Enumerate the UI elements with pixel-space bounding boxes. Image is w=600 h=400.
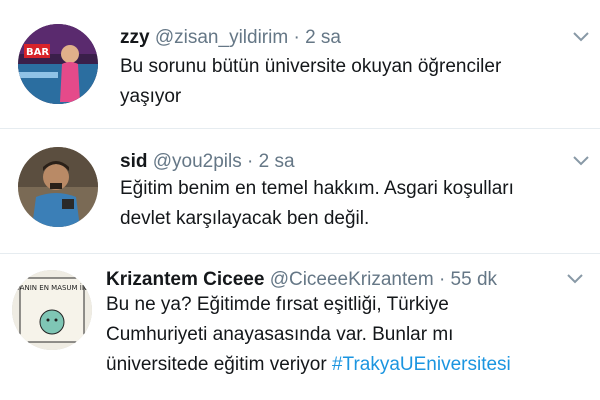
tweet-text-segment: üniversitede eğitim veriyor — [106, 354, 332, 375]
separator-dot: · — [438, 269, 446, 290]
tweet-text-line: Cumhuriyeti anayasasında var. Bunlar mı — [106, 324, 454, 345]
tweet-text: Bu ne ya? Eğitimde fırsat eşitliği, Türk… — [106, 290, 511, 380]
chevron-down-icon[interactable] — [566, 272, 584, 286]
tweet-text-line: yaşıyor — [120, 86, 182, 107]
tweet[interactable]: sid @you2pils · 2 sa Eğitim benim en tem… — [0, 129, 600, 253]
user-handle[interactable]: @CiceeeKrizantem — [270, 269, 434, 290]
display-name[interactable]: zzy — [120, 27, 150, 48]
user-handle[interactable]: @you2pils — [153, 151, 242, 172]
avatar-image — [18, 147, 98, 227]
user-handle[interactable]: @zisan_yildirim — [155, 27, 288, 48]
tweet-text-line: üniversitede eğitim veriyor #TrakyaUEniv… — [106, 350, 511, 380]
avatar[interactable] — [18, 147, 98, 227]
separator-dot: · — [293, 27, 300, 48]
avatar-sign-text: BAR — [26, 47, 49, 58]
tweet[interactable]: BAR zzy @zisan_yildirim · 2 sa Bu sorunu… — [0, 0, 600, 128]
avatar-image: DÜNYANIN EN MASUM İNSANI — [12, 270, 92, 350]
timestamp[interactable]: 2 sa — [305, 27, 341, 48]
tweet-text-line: devlet karşılayacak ben değil. — [120, 208, 370, 229]
hashtag-link[interactable]: #TrakyaUEniversitesi — [332, 354, 511, 375]
tweet[interactable]: DÜNYANIN EN MASUM İNSANI Krizantem Cicee… — [0, 254, 600, 400]
tweet-text: Bu sorunu bütün üniversite okuyan öğrenc… — [120, 52, 501, 112]
chevron-down-icon[interactable] — [572, 30, 590, 44]
tweet-text-line: Eğitim benim en temel hakkım. Asgari koş… — [120, 178, 514, 199]
avatar-caption-text: DÜNYANIN EN MASUM İNSANI — [12, 283, 92, 292]
chevron-down-icon[interactable] — [572, 154, 590, 168]
tweet-header: zzy @zisan_yildirim · 2 sa — [120, 26, 341, 50]
tweet-text: Eğitim benim en temel hakkım. Asgari koş… — [120, 174, 514, 234]
tweet-header: sid @you2pils · 2 sa — [120, 150, 295, 174]
tweet-header: Krizantem Ciceee @CiceeeKrizantem · 55 d… — [106, 268, 497, 292]
display-name[interactable]: sid — [120, 151, 147, 172]
avatar[interactable]: BAR — [18, 24, 98, 104]
separator-dot: · — [247, 151, 254, 172]
tweet-text-line: Bu ne ya? Eğitimde fırsat eşitliği, Türk… — [106, 294, 449, 315]
tweet-text-line: Bu sorunu bütün üniversite okuyan öğrenc… — [120, 56, 502, 77]
avatar[interactable]: DÜNYANIN EN MASUM İNSANI — [12, 270, 92, 350]
display-name[interactable]: Krizantem Ciceee — [106, 269, 264, 290]
avatar-image: BAR — [18, 24, 98, 104]
timestamp[interactable]: 2 sa — [259, 151, 295, 172]
timestamp[interactable]: 55 dk — [451, 269, 497, 290]
